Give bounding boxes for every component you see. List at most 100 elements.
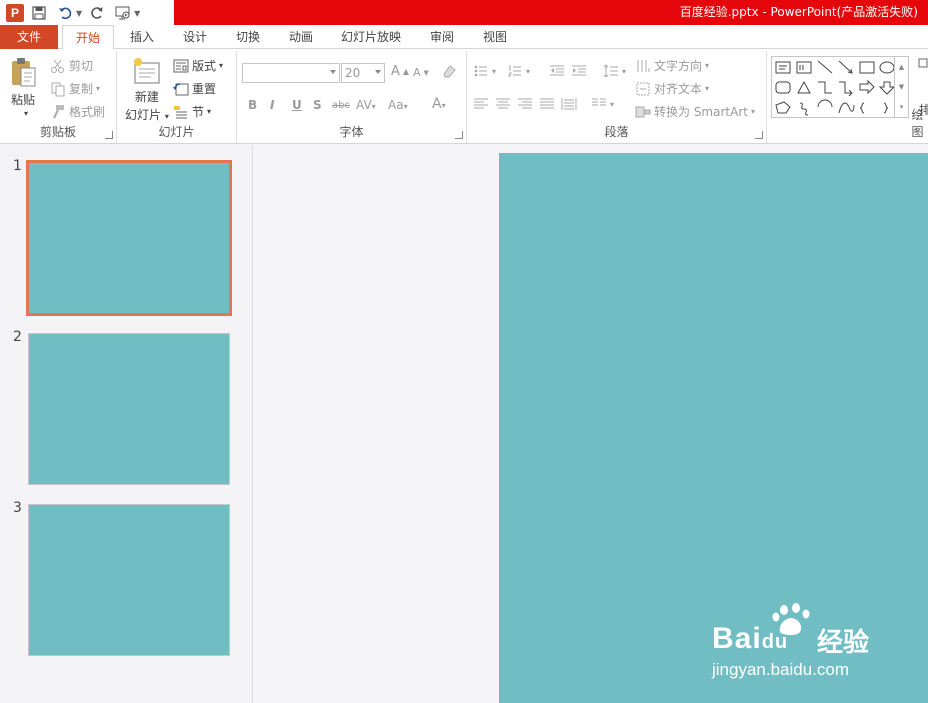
- tab-insert[interactable]: 插入: [120, 25, 164, 49]
- reset-button[interactable]: 重置: [173, 80, 216, 97]
- clipboard-launcher-icon[interactable]: [105, 131, 113, 139]
- reset-icon: [173, 82, 189, 95]
- undo-dropdown-icon[interactable]: ▼: [76, 9, 82, 18]
- cut-label: 剪切: [69, 59, 94, 73]
- font-color-button[interactable]: A▾: [432, 96, 446, 112]
- tab-animations[interactable]: 动画: [279, 25, 323, 49]
- watermark-brand: Baidu: [712, 622, 789, 655]
- undo-icon[interactable]: [54, 3, 76, 23]
- align-center-icon: [496, 98, 510, 109]
- bullets-button[interactable]: ▾: [473, 63, 496, 79]
- numbering-button[interactable]: ▾: [507, 63, 530, 79]
- increase-indent-button[interactable]: [571, 63, 587, 79]
- strikethrough-button[interactable]: abc: [332, 100, 350, 111]
- tab-home[interactable]: 开始: [62, 25, 114, 50]
- slide-thumbnail-3[interactable]: [28, 504, 230, 656]
- section-dropdown-icon[interactable]: ▾: [207, 107, 211, 116]
- slide-thumbnail-2[interactable]: [28, 333, 230, 485]
- save-icon[interactable]: [28, 3, 50, 23]
- justify-icon: [540, 98, 554, 109]
- text-direction-button[interactable]: 文字方向 ▾: [635, 57, 709, 74]
- align-text-button[interactable]: 对齐文本 ▾: [635, 80, 709, 97]
- paragraph-group: ▾ ▾ ▾ ▾ 文字方向 ▾ 对齐文本 ▾ 转换为 SmartArt ▾ 段落: [467, 51, 767, 143]
- underline-button[interactable]: U: [292, 98, 302, 112]
- font-name-dropdown-icon[interactable]: [330, 70, 336, 74]
- grow-font-button[interactable]: A ▲: [391, 64, 409, 79]
- customize-qat-icon[interactable]: ▼: [134, 9, 140, 18]
- align-right-icon: [518, 98, 532, 109]
- brush-icon: [53, 104, 64, 118]
- tab-file[interactable]: 文件: [0, 25, 58, 49]
- eraser-icon: [443, 65, 456, 78]
- bold-button[interactable]: B: [248, 98, 257, 112]
- ribbon: 粘贴 ▾ 剪切 复制 ▾ 格式刷 剪贴板 新建 幻灯片 ▾ 版式 ▾ 重置 节 …: [0, 49, 928, 144]
- clear-formatting-button[interactable]: [441, 63, 457, 79]
- shapes-gallery[interactable]: [771, 56, 908, 118]
- copy-icon: [51, 82, 65, 96]
- tab-slideshow[interactable]: 幻灯片放映: [335, 25, 407, 49]
- align-left-icon: [474, 98, 488, 109]
- line-spacing-icon: [603, 64, 618, 78]
- shadow-button[interactable]: S: [313, 98, 322, 112]
- align-center-button[interactable]: [495, 96, 511, 112]
- change-case-button[interactable]: Aa▾: [388, 98, 408, 112]
- decrease-indent-button[interactable]: [549, 63, 565, 79]
- arrange-button[interactable]: [917, 57, 928, 73]
- font-group: 20 A ▲ A ▼ B I U S abc AV▾ Aa▾ A▾ 字体: [237, 51, 467, 143]
- shapes-scroll-down-icon[interactable]: ▼: [895, 77, 908, 97]
- copy-dropdown-icon[interactable]: ▾: [96, 84, 100, 93]
- font-name-field[interactable]: [242, 63, 340, 83]
- layout-dropdown-icon[interactable]: ▾: [219, 61, 223, 70]
- smartart-icon: [635, 106, 651, 117]
- text-direction-icon: [637, 59, 650, 72]
- copy-label: 复制: [69, 82, 94, 96]
- start-slideshow-icon[interactable]: [112, 3, 134, 23]
- tab-design[interactable]: 设计: [173, 25, 217, 49]
- shrink-font-button[interactable]: A ▼: [413, 66, 429, 79]
- align-left-button[interactable]: [473, 96, 489, 112]
- convert-smartart-button[interactable]: 转换为 SmartArt ▾: [635, 103, 755, 120]
- clipboard-group: 粘贴 ▾ 剪切 复制 ▾ 格式刷 剪贴板: [0, 51, 117, 143]
- convert-smartart-label: 转换为 SmartArt: [654, 105, 748, 119]
- slide-thumbnail-1[interactable]: [26, 160, 232, 316]
- shapes-icons: [775, 60, 896, 116]
- quick-access-toolbar: P ▼ ▼: [6, 3, 140, 23]
- align-right-button[interactable]: [517, 96, 533, 112]
- font-size-dropdown-icon[interactable]: [375, 70, 381, 74]
- redo-icon[interactable]: [86, 3, 108, 23]
- paste-dropdown-icon[interactable]: ▾: [24, 109, 28, 118]
- section-button[interactable]: 节 ▾: [173, 103, 211, 120]
- bullets-icon: [474, 65, 487, 77]
- italic-button[interactable]: I: [270, 98, 274, 112]
- font-launcher-icon[interactable]: [455, 131, 463, 139]
- new-slide-button[interactable]: 新建 幻灯片 ▾: [125, 57, 169, 123]
- drawing-group: ▲ ▼ ▾ 排 绘图: [767, 51, 928, 143]
- tab-view[interactable]: 视图: [473, 25, 517, 49]
- decrease-indent-icon: [550, 65, 564, 76]
- numbering-icon: [508, 65, 521, 77]
- cut-button[interactable]: 剪切: [50, 57, 93, 74]
- paste-button[interactable]: 粘贴: [8, 57, 38, 108]
- thumbnail-number: 1: [13, 158, 22, 174]
- tab-transitions[interactable]: 切换: [226, 25, 270, 49]
- justify-button[interactable]: [539, 96, 555, 112]
- columns-button[interactable]: ▾: [591, 96, 614, 112]
- slide-thumbnail-pane[interactable]: 1 2 3: [0, 145, 253, 703]
- layout-icon: [173, 59, 189, 72]
- watermark-url: jingyan.baidu.com: [712, 660, 850, 679]
- format-painter-label: 格式刷: [69, 105, 106, 119]
- tab-review[interactable]: 审阅: [420, 25, 464, 49]
- slides-group: 新建 幻灯片 ▾ 版式 ▾ 重置 节 ▾ 幻灯片: [117, 51, 237, 143]
- font-size-field[interactable]: 20: [341, 63, 385, 83]
- font-group-label: 字体: [339, 125, 364, 139]
- layout-button[interactable]: 版式 ▾: [173, 57, 223, 74]
- new-slide-label-line1: 新建: [134, 90, 159, 104]
- paragraph-launcher-icon[interactable]: [755, 131, 763, 139]
- line-spacing-button[interactable]: ▾: [603, 63, 626, 79]
- reset-label: 重置: [192, 82, 217, 96]
- distributed-button[interactable]: [561, 96, 577, 112]
- format-painter-button[interactable]: 格式刷: [50, 103, 105, 120]
- shapes-scroll-up-icon[interactable]: ▲: [895, 57, 908, 77]
- character-spacing-button[interactable]: AV▾: [356, 98, 376, 112]
- copy-button[interactable]: 复制 ▾: [50, 80, 100, 97]
